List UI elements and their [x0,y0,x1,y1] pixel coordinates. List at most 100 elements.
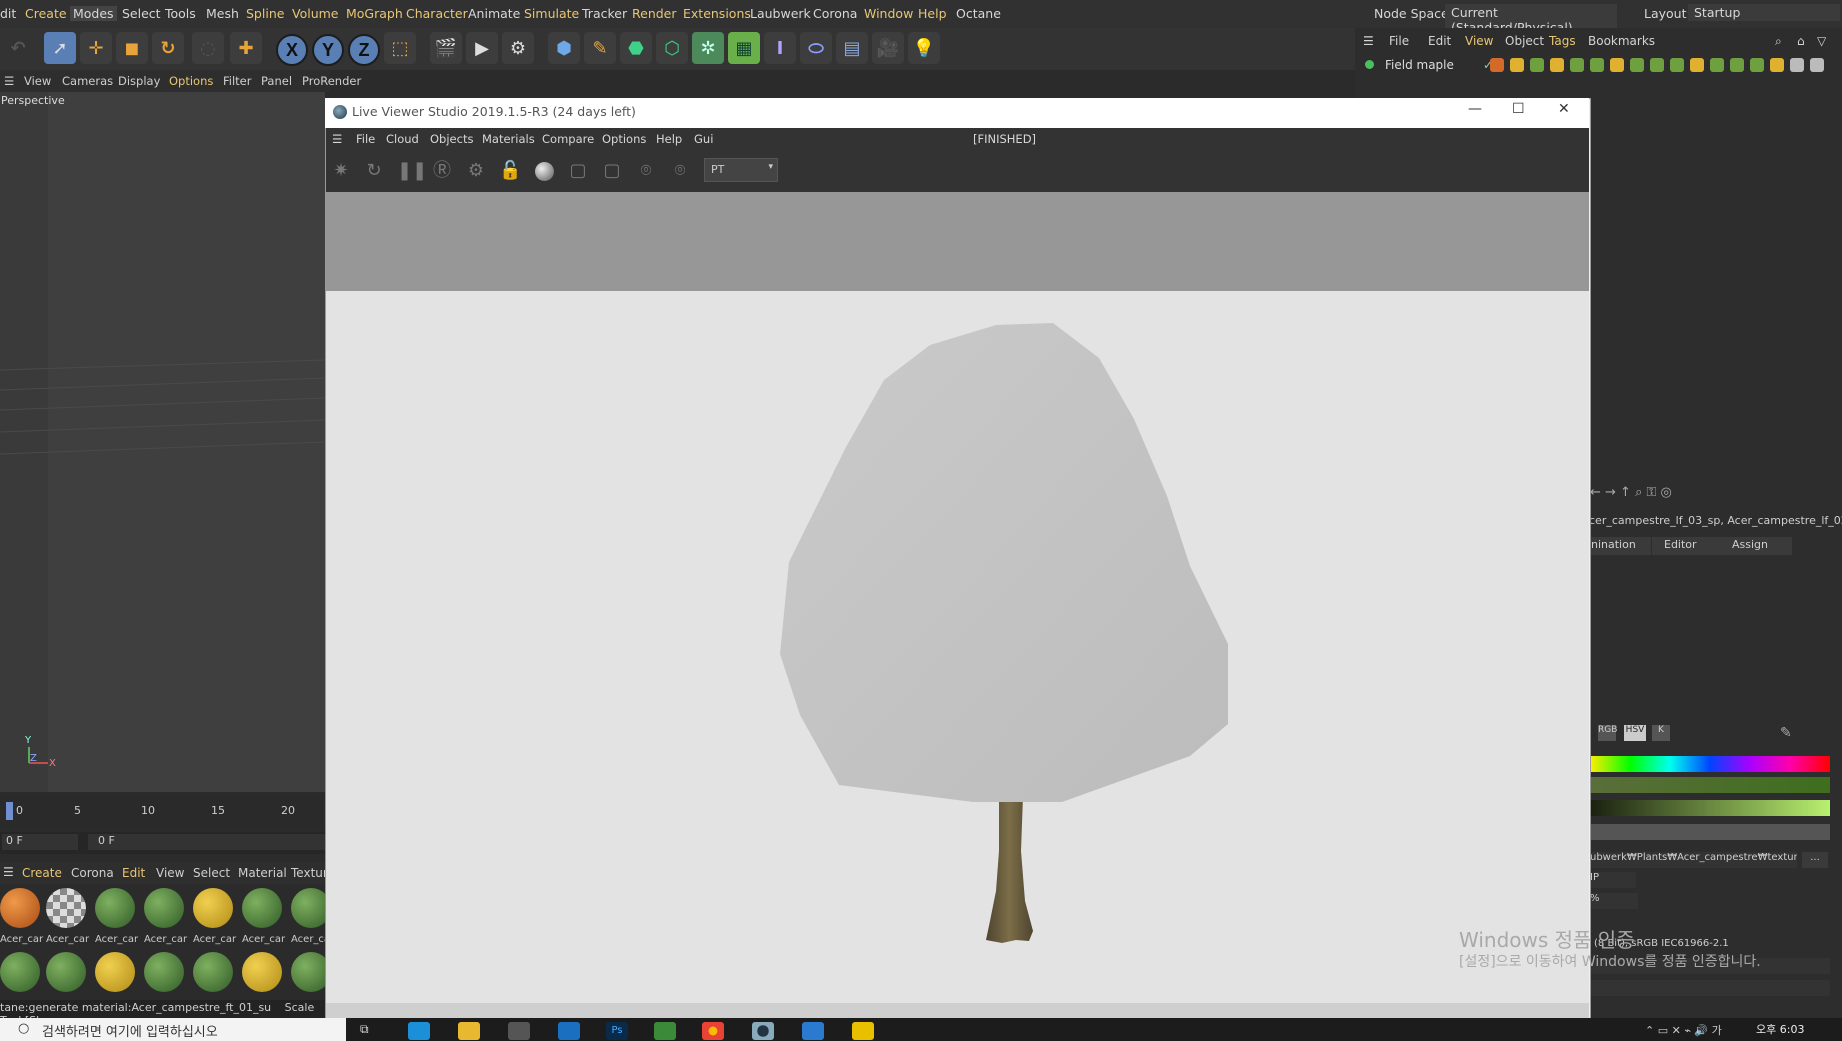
pen-icon[interactable]: ✎ [584,32,616,64]
material-tag-icon[interactable] [1750,58,1764,72]
rotate-tool-icon[interactable]: ↻ [152,32,184,64]
menu-window[interactable]: Window [864,6,913,21]
place-tool-icon[interactable]: ✚ [230,32,262,64]
cinema4d-icon[interactable] [752,1022,774,1040]
store-icon[interactable] [508,1022,530,1040]
settings-gear-icon[interactable]: ⚙ [465,160,487,182]
material-swatch[interactable] [46,888,86,928]
obj-menu-view[interactable]: View [1465,34,1493,48]
undo-icon[interactable]: ↶ [2,32,34,64]
menu-corona[interactable]: Corona [813,6,857,21]
ie-icon[interactable] [802,1022,824,1040]
hamburger-icon[interactable]: ☰ [3,865,14,879]
material-swatch[interactable] [144,888,184,928]
vp-menu-cameras[interactable]: Cameras [62,74,113,88]
material-swatch[interactable] [193,952,233,992]
material-tag-icon[interactable] [1610,58,1624,72]
z-axis-icon[interactable]: Z [348,34,380,66]
material-tag-icon[interactable] [1530,58,1544,72]
menu-edit[interactable]: dit [0,6,16,21]
back-arrow-icon[interactable]: ← → ↑ ⌕ ⚿ ◎ [1590,485,1672,500]
obj-menu-edit[interactable]: Edit [1428,34,1451,48]
kakaotalk-icon[interactable] [852,1022,874,1040]
photoshop-icon[interactable]: Ps [606,1022,628,1040]
material-tag-icon[interactable] [1510,58,1524,72]
render-region-icon[interactable]: ▢ [567,160,589,182]
edge-icon[interactable] [408,1022,430,1040]
kelvin-mode-button[interactable]: K [1652,725,1670,741]
lv-menu-gui[interactable]: Gui [694,132,713,146]
taskbar-search[interactable]: ○ 검색하려면 여기에 입력하십시오 [0,1018,346,1041]
material-tag-icon[interactable] [1670,58,1684,72]
subdivision-icon[interactable]: ⬣ [620,32,652,64]
mat-menu-material[interactable]: Material [238,866,287,880]
menu-help[interactable]: Help [918,6,947,21]
material-swatch[interactable] [242,888,282,928]
minimize-button[interactable]: — [1468,101,1482,117]
material-tag-icon[interactable] [1730,58,1744,72]
obj-menu-file[interactable]: File [1389,34,1409,48]
material-tag-icon[interactable] [1690,58,1704,72]
clock[interactable]: 오후 6:03 [1756,1021,1804,1037]
menu-select[interactable]: Select [122,6,161,21]
menu-tracker[interactable]: Tracker [582,6,627,21]
obj-menu-bookmarks[interactable]: Bookmarks [1588,34,1655,48]
cube-icon[interactable]: ⬢ [548,32,580,64]
tray-icons[interactable]: ⌃ ▭ ✕ ⌁ 🔊 가 [1645,1022,1722,1038]
vp-menu-display[interactable]: Display [118,74,160,88]
kernel-select[interactable]: PT ▾ [704,158,778,182]
x-axis-icon[interactable]: X [276,34,308,66]
lv-menu-objects[interactable]: Objects [430,132,473,146]
hamburger-icon[interactable]: ☰ [332,132,342,146]
mat-menu-texture[interactable]: Textur [291,866,328,880]
lv-menu-help[interactable]: Help [656,132,682,146]
material-tag-icon[interactable] [1590,58,1604,72]
render-settings-icon[interactable]: ⚙ [502,32,534,64]
lv-menu-materials[interactable]: Materials [482,132,535,146]
tab-illumination[interactable]: nination [1589,537,1651,555]
material-swatch[interactable] [95,952,135,992]
hue-slider[interactable] [1590,756,1830,772]
chrome-icon[interactable] [702,1022,724,1040]
mail-icon[interactable] [558,1022,580,1040]
vp-menu-filter[interactable]: Filter [223,74,251,88]
hamburger-icon[interactable]: ☰ [4,74,14,88]
film-region-icon[interactable]: ▢ [601,160,623,182]
obj-menu-object[interactable]: Object [1505,34,1544,48]
material-swatch[interactable] [46,952,86,992]
menu-octane[interactable]: Octane [956,6,1001,21]
menu-volume[interactable]: Volume [292,6,339,21]
timeline[interactable]: 0 5 10 15 20 [0,798,325,826]
material-tag-icon[interactable] [1570,58,1584,72]
material-swatch[interactable] [0,952,40,992]
vp-menu-prorender[interactable]: ProRender [302,74,361,88]
obj-menu-tags[interactable]: Tags [1549,34,1576,48]
vp-menu-panel[interactable]: Panel [261,74,292,88]
close-button[interactable]: ✕ [1558,101,1570,117]
send-scene-icon[interactable]: ✷ [330,160,352,182]
material-tag-icon[interactable] [1490,58,1504,72]
search-icon[interactable]: ⌕ [1775,34,1782,49]
material-swatch[interactable] [0,888,40,928]
file-explorer-icon[interactable] [458,1022,480,1040]
percent-field[interactable]: % [1590,893,1638,909]
coordinate-system-icon[interactable]: ⬚ [384,32,416,64]
material-tag-icon[interactable] [1710,58,1724,72]
render-output[interactable] [326,291,1589,1003]
extrude-icon[interactable]: ⬡ [656,32,688,64]
array-icon[interactable]: ✲ [692,32,724,64]
material-swatch[interactable] [95,888,135,928]
material-tag-icon[interactable] [1650,58,1664,72]
lv-menu-file[interactable]: File [356,132,375,146]
deformer-icon[interactable]: Ⅰ [764,32,796,64]
value-slider[interactable] [1590,800,1830,816]
region-render-icon[interactable]: Ⓡ [431,160,453,182]
menu-create[interactable]: Create [25,6,67,21]
hamburger-icon[interactable]: ☰ [1363,34,1374,48]
render-picture-viewer-icon[interactable]: ▶ [466,32,498,64]
mat-menu-edit[interactable]: Edit [122,866,145,880]
texture-path-field[interactable]: ubwerk₩Plants₩Acer_campestre₩texture [1590,852,1797,868]
menu-mesh[interactable]: Mesh [206,6,239,21]
interpolation-select[interactable]: IP [1590,872,1636,888]
render-view-icon[interactable]: 🎬 [430,32,462,64]
